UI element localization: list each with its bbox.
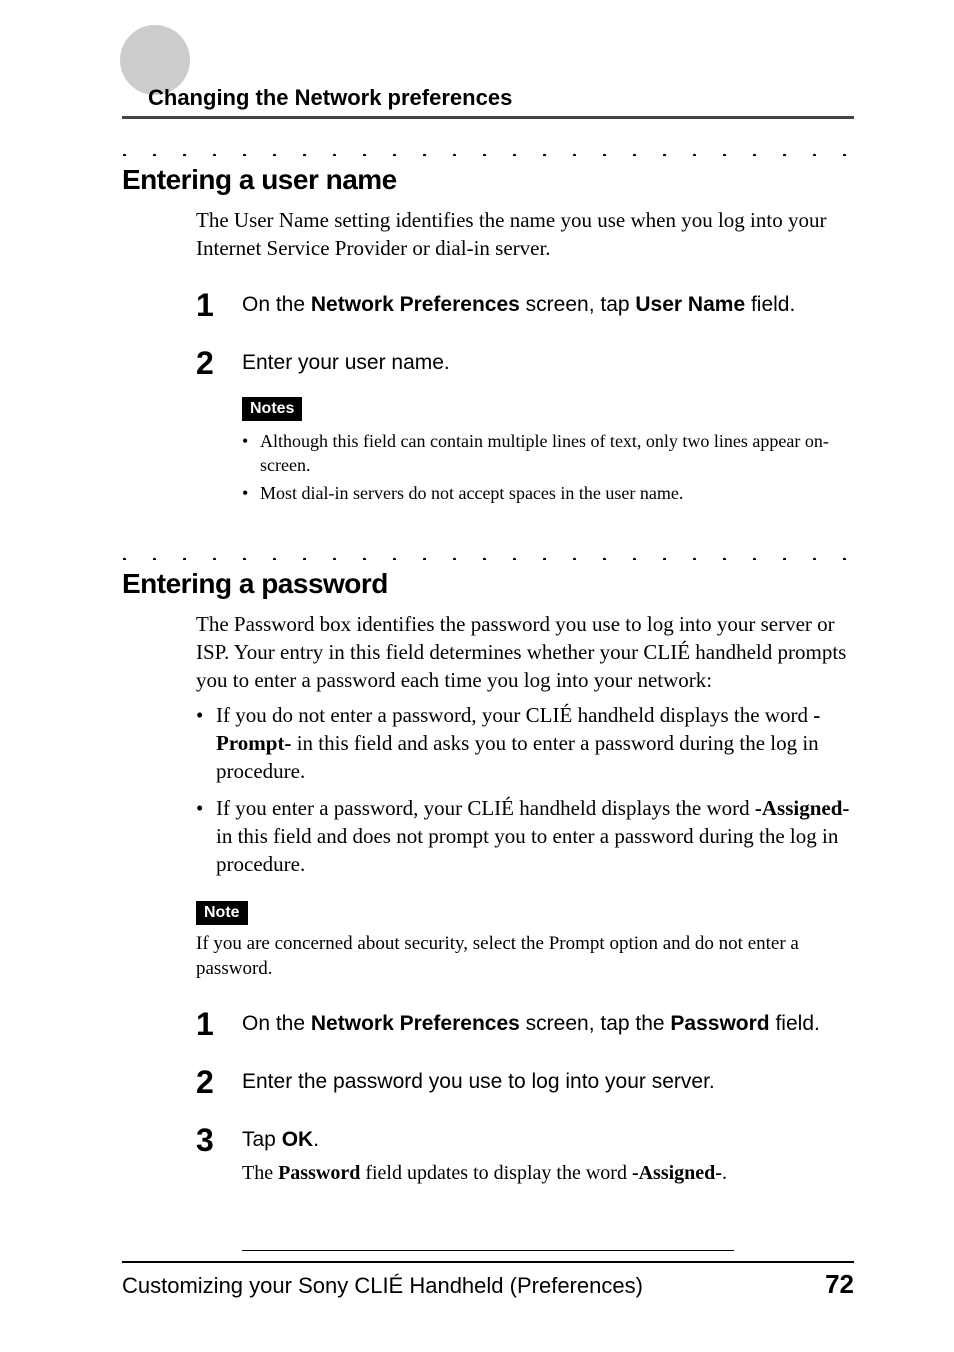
step-1-password: 1 On the Network Preferences screen, tap…: [196, 1010, 854, 1040]
step-number: 2: [196, 347, 242, 379]
notes-badge: Notes: [242, 397, 302, 421]
step-number: 3: [196, 1124, 242, 1187]
section-divider-dots: . . . . . . . . . . . . . . . . . . . . …: [122, 550, 854, 560]
section1-intro: The User Name setting identifies the nam…: [196, 206, 854, 263]
step-body: Enter the password you use to log into y…: [242, 1068, 854, 1098]
page-number: 72: [825, 1269, 854, 1300]
text: On the: [242, 1012, 311, 1035]
step-3-password: 3 Tap OK. The Password field updates to …: [196, 1126, 854, 1187]
section-heading-password: Entering a password: [122, 568, 854, 600]
step-number: 2: [196, 1066, 242, 1098]
text-bold: OK: [282, 1128, 314, 1151]
bullet-list: •If you do not enter a password, your CL…: [196, 701, 854, 879]
bullet-text: If you do not enter a password, your CLI…: [216, 701, 854, 786]
step-subtext: The Password field updates to display th…: [242, 1160, 854, 1187]
section-divider-dots: . . . . . . . . . . . . . . . . . . . . …: [122, 146, 854, 156]
text: screen, tap the: [520, 1012, 671, 1035]
step-2-username: 2 Enter your user name.: [196, 349, 854, 379]
notes-list: •Although this field can contain multipl…: [242, 429, 854, 506]
note-item: •Most dial-in servers do not accept spac…: [242, 481, 854, 505]
chapter-title: Changing the Network preferences: [148, 85, 512, 111]
step-body: On the Network Preferences screen, tap U…: [242, 291, 854, 321]
note-text: Most dial-in servers do not accept space…: [260, 481, 683, 505]
section2-intro: The Password box identifies the password…: [196, 610, 854, 695]
bullet-text: If you enter a password, your CLIÉ handh…: [216, 794, 854, 879]
step-number: 1: [196, 289, 242, 321]
step-body: Enter your user name.: [242, 349, 854, 379]
note-badge: Note: [196, 901, 248, 925]
text-bold: Network Preferences: [311, 1012, 520, 1035]
bullet-item: •If you do not enter a password, your CL…: [196, 701, 854, 786]
divider: [122, 116, 854, 119]
footer-title: Customizing your Sony CLIÉ Handheld (Pre…: [122, 1273, 643, 1299]
text-bold: User Name: [635, 293, 745, 316]
note-text: Although this field can contain multiple…: [260, 429, 854, 478]
bullet-item: •If you enter a password, your CLIÉ hand…: [196, 794, 854, 879]
footer-divider-thin: [242, 1250, 734, 1251]
footer-divider: [122, 1261, 854, 1263]
text: field.: [770, 1012, 820, 1035]
step-number: 1: [196, 1008, 242, 1040]
note-text: If you are concerned about security, sel…: [196, 931, 854, 982]
section-heading-username: Entering a user name: [122, 164, 854, 196]
text: Tap: [242, 1128, 282, 1151]
note-item: •Although this field can contain multipl…: [242, 429, 854, 478]
text: .: [313, 1128, 319, 1151]
footer: Customizing your Sony CLIÉ Handheld (Pre…: [122, 1250, 854, 1300]
step-body: On the Network Preferences screen, tap t…: [242, 1010, 854, 1040]
step-body: Tap OK. The Password field updates to di…: [242, 1126, 854, 1187]
step-2-password: 2 Enter the password you use to log into…: [196, 1068, 854, 1098]
step-1-username: 1 On the Network Preferences screen, tap…: [196, 291, 854, 321]
text: On the: [242, 293, 311, 316]
text: screen, tap: [520, 293, 636, 316]
text: field.: [745, 293, 795, 316]
text-bold: Password: [670, 1012, 769, 1035]
text-bold: Network Preferences: [311, 293, 520, 316]
